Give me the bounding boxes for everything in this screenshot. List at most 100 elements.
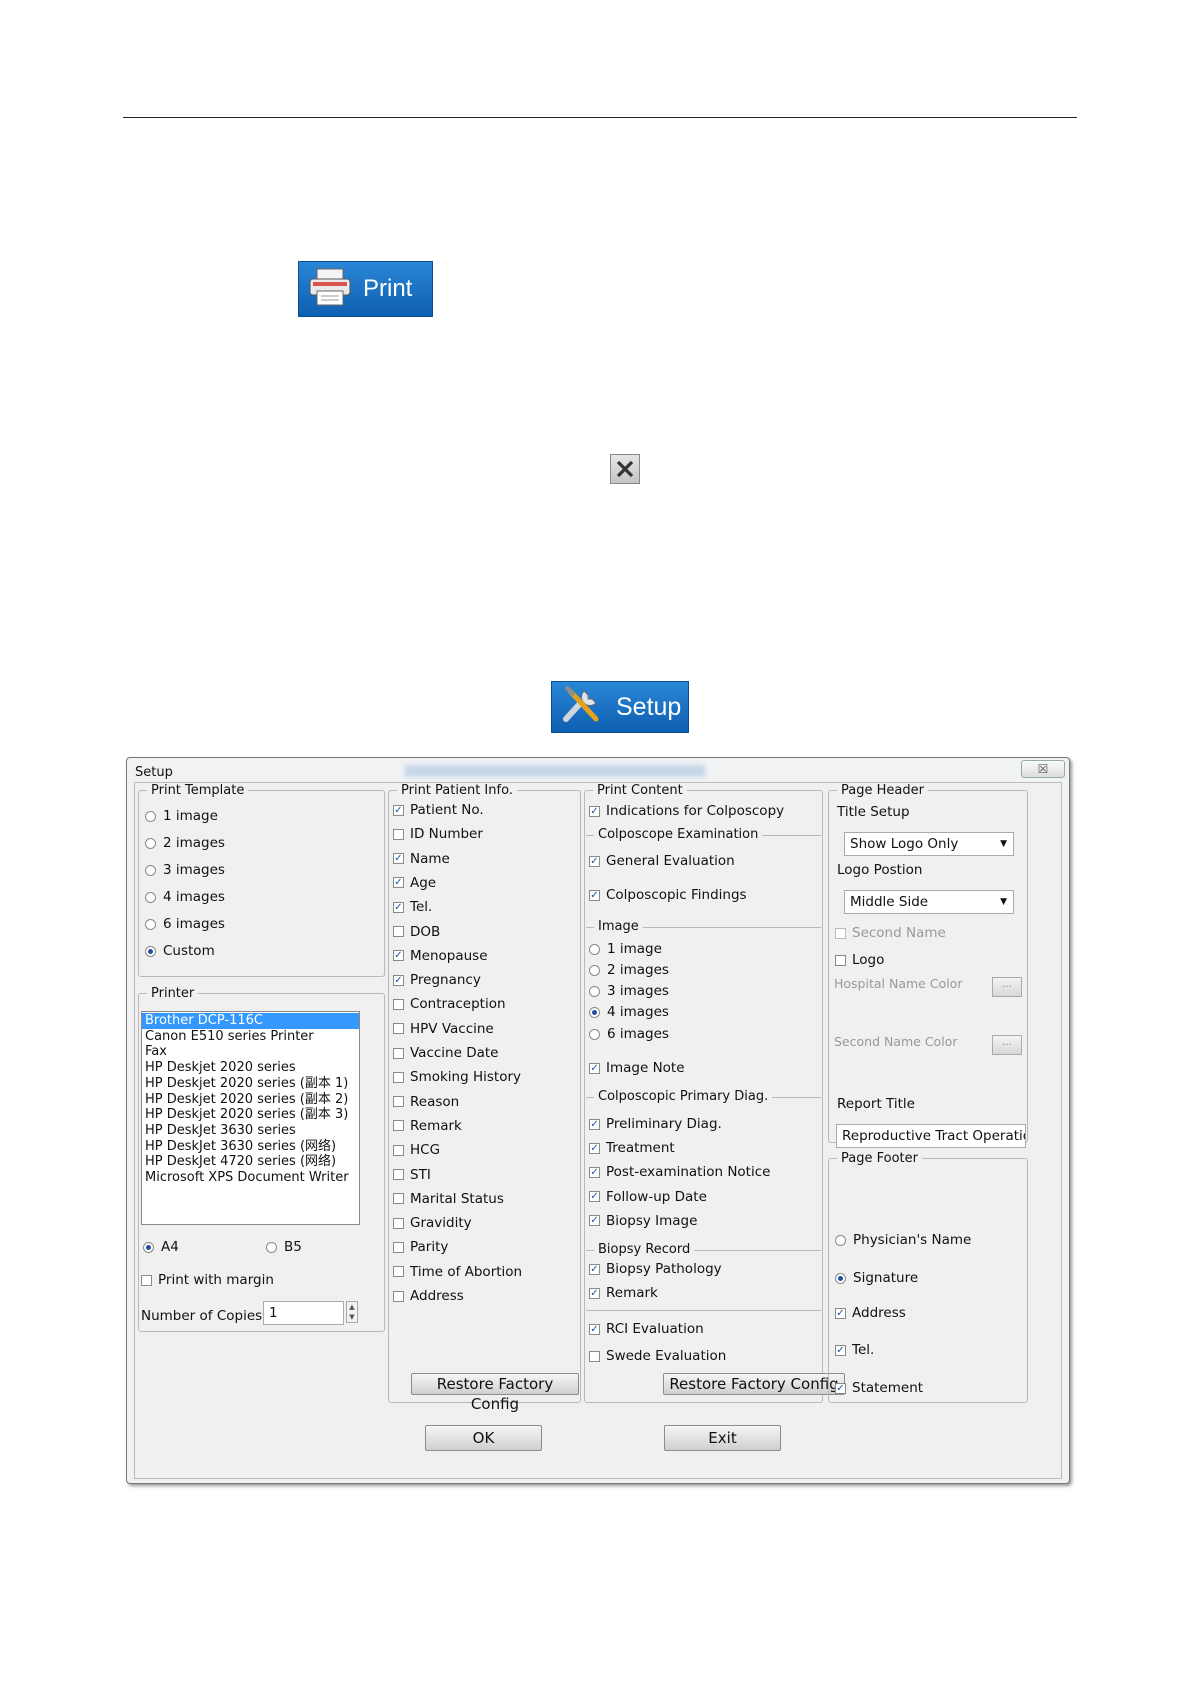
printer-list-item[interactable]: HP DeskJet 3630 series	[142, 1123, 359, 1139]
logo-position-select[interactable]: Middle Side ▼	[844, 890, 1014, 914]
patient-info-checkbox[interactable]: Reason	[393, 1094, 459, 1110]
general-eval-checkbox[interactable]: ✓ General Evaluation	[589, 853, 735, 869]
title-setup-value: Show Logo Only	[850, 836, 959, 852]
exit-button[interactable]: Exit	[664, 1425, 781, 1451]
copies-label: Number of Copies	[141, 1308, 263, 1324]
patient-info-checkbox[interactable]: ✓ Tel.	[393, 899, 432, 915]
patient-info-checkbox[interactable]: Marital Status	[393, 1191, 504, 1207]
close-icon[interactable]	[610, 454, 640, 484]
image-count-radio[interactable]: 2 images	[589, 962, 669, 978]
patient-info-checkbox[interactable]: ✓ Name	[393, 851, 450, 867]
patient-info-checkbox[interactable]: STI	[393, 1167, 431, 1183]
image-count-radio[interactable]: 3 images	[589, 983, 669, 999]
copies-spinner[interactable]: ▲ ▼	[346, 1301, 358, 1323]
ok-button[interactable]: OK	[425, 1425, 542, 1451]
patient-info-checkbox[interactable]: Gravidity	[393, 1215, 472, 1231]
physician-name-radio[interactable]: Physician's Name	[835, 1232, 971, 1248]
template-radio[interactable]: 2 images	[145, 835, 225, 851]
patient-info-checkbox[interactable]: HCG	[393, 1142, 440, 1158]
print-button[interactable]: Print	[298, 261, 433, 317]
template-radio-label: 4 images	[163, 889, 225, 905]
printer-list-item[interactable]: HP DeskJet 3630 series (网络)	[142, 1139, 359, 1155]
hospital-name-color-button[interactable]: ...	[992, 977, 1022, 997]
logo-checkbox[interactable]: Logo	[835, 952, 884, 968]
printer-list-item[interactable]: Fax	[142, 1044, 359, 1060]
diag-checkbox[interactable]: ✓ Biopsy Image	[589, 1213, 697, 1229]
diag-checkbox-label: Preliminary Diag.	[606, 1116, 722, 1132]
second-name-checkbox[interactable]: Second Name	[835, 925, 946, 941]
patient-info-checkbox[interactable]: Smoking History	[393, 1069, 521, 1085]
signature-radio[interactable]: Signature	[835, 1270, 918, 1286]
paper-a4-label: A4	[161, 1239, 179, 1255]
radio-indicator	[145, 837, 156, 849]
printer-list-item[interactable]: HP Deskjet 2020 series (副本 1)	[142, 1076, 359, 1092]
diag-checkbox[interactable]: ✓ Post-examination Notice	[589, 1164, 770, 1180]
printer-list-item[interactable]: Microsoft XPS Document Writer	[142, 1170, 359, 1186]
image-count-radio[interactable]: 1 image	[589, 941, 662, 957]
patient-info-checkbox-label: Marital Status	[410, 1190, 504, 1207]
patient-info-checkbox[interactable]: Contraception	[393, 996, 506, 1012]
paper-a4-radio[interactable]: A4	[143, 1239, 179, 1255]
printer-list-item[interactable]: HP Deskjet 2020 series (副本 3)	[142, 1107, 359, 1123]
patient-info-checkbox[interactable]: ✓ Menopause	[393, 948, 488, 964]
template-radio-label: 1 image	[163, 808, 218, 824]
diag-checkbox[interactable]: ✓ Treatment	[589, 1140, 675, 1156]
findings-checkbox[interactable]: ✓ Colposcopic Findings	[589, 887, 747, 903]
patient-info-restore-button[interactable]: Restore Factory Config	[411, 1373, 579, 1413]
print-with-margin-checkbox[interactable]: Print with margin	[141, 1272, 274, 1288]
checkbox-box	[393, 1217, 404, 1229]
patient-info-checkbox[interactable]: Address	[393, 1288, 464, 1304]
diag-header: Colposcopic Primary Diag.	[594, 1089, 773, 1104]
patient-info-checkbox[interactable]: Time of Abortion	[393, 1264, 522, 1280]
printer-list-item[interactable]: HP Deskjet 2020 series (副本 2)	[142, 1092, 359, 1108]
template-radio[interactable]: Custom	[145, 943, 215, 959]
patient-info-checkbox[interactable]: HPV Vaccine	[393, 1021, 494, 1037]
image-count-radio[interactable]: 4 images	[589, 1004, 669, 1020]
printer-list-item[interactable]: HP DeskJet 4720 series (网络)	[142, 1154, 359, 1170]
patient-info-checkbox[interactable]: Remark	[393, 1118, 462, 1134]
biopsy-checkbox[interactable]: ✓ Remark	[589, 1285, 658, 1301]
checkbox-box: ✓	[393, 877, 404, 889]
radio-indicator	[589, 964, 600, 976]
printer-list[interactable]: Brother DCP-116C Canon E510 series Printe…	[141, 1011, 360, 1225]
logo-position-value: Middle Side	[850, 894, 929, 910]
title-setup-select[interactable]: Show Logo Only ▼	[844, 832, 1014, 856]
second-name-color-button[interactable]: ...	[992, 1035, 1022, 1055]
printer-list-item[interactable]: HP Deskjet 2020 series	[142, 1060, 359, 1076]
image-count-radio[interactable]: 6 images	[589, 1026, 669, 1042]
print-content-restore-button[interactable]: Restore Factory Config	[663, 1373, 845, 1395]
radio-indicator	[835, 1234, 846, 1246]
patient-info-checkbox[interactable]: Parity	[393, 1239, 448, 1255]
diag-checkbox[interactable]: ✓ Preliminary Diag.	[589, 1116, 722, 1132]
footer-address-checkbox[interactable]: ✓ Address	[835, 1305, 906, 1321]
printer-list-item[interactable]: Canon E510 series Printer	[142, 1029, 359, 1045]
patient-info-checkbox[interactable]: ✓ Pregnancy	[393, 972, 481, 988]
diag-checkbox[interactable]: ✓ Follow-up Date	[589, 1189, 707, 1205]
template-radio[interactable]: 6 images	[145, 916, 225, 932]
template-radio-label: 6 images	[163, 916, 225, 932]
rci-checkbox[interactable]: ✓ RCI Evaluation	[589, 1321, 704, 1337]
footer-tel-checkbox[interactable]: ✓ Tel.	[835, 1342, 874, 1358]
hospital-name-color-label: Hospital Name Color	[834, 976, 963, 991]
dialog-close-button[interactable]: ☒	[1021, 760, 1065, 778]
indications-checkbox[interactable]: ✓ Indications for Colposcopy	[589, 803, 784, 819]
copies-input[interactable]: 1	[263, 1301, 344, 1325]
template-radio[interactable]: 3 images	[145, 862, 225, 878]
printer-list-item[interactable]: Brother DCP-116C	[142, 1013, 359, 1029]
biopsy-checkbox[interactable]: ✓ Biopsy Pathology	[589, 1261, 722, 1277]
patient-info-checkbox[interactable]: Vaccine Date	[393, 1045, 498, 1061]
swede-checkbox[interactable]: Swede Evaluation	[589, 1348, 726, 1364]
template-radio[interactable]: 1 image	[145, 808, 218, 824]
report-title-input[interactable]: Reproductive Tract Operatio	[836, 1124, 1026, 1148]
patient-info-checkbox[interactable]: DOB	[393, 924, 440, 940]
patient-info-checkbox-label: Contraception	[410, 996, 506, 1013]
template-radio[interactable]: 4 images	[145, 889, 225, 905]
image-note-checkbox[interactable]: ✓ Image Note	[589, 1060, 685, 1076]
setup-button[interactable]: Setup	[551, 681, 689, 733]
patient-info-checkbox[interactable]: ✓ Age	[393, 875, 436, 891]
patient-info-checkbox[interactable]: ID Number	[393, 826, 483, 842]
patient-info-checkbox-label: Name	[410, 850, 450, 867]
footer-statement-checkbox[interactable]: ✓ Statement	[835, 1380, 923, 1396]
paper-b5-radio[interactable]: B5	[266, 1239, 302, 1255]
patient-info-checkbox[interactable]: ✓ Patient No.	[393, 802, 484, 818]
